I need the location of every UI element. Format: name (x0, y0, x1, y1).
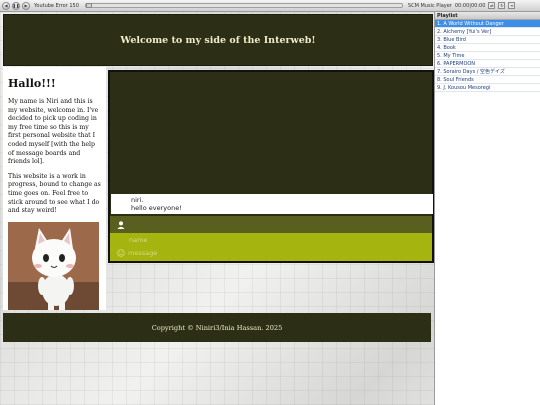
intro-column: Hallo!!! My name is Niri and this is my … (3, 67, 106, 310)
pause-button[interactable]: ❚❚ (12, 1, 20, 10)
playlist-item[interactable]: 5. My Time (435, 52, 540, 60)
smiley-icon[interactable] (117, 248, 125, 257)
playlist-item[interactable]: 1. A World Without Danger (435, 20, 540, 28)
playlist-item[interactable]: 2. Alchemy [Yui's Ver] (435, 28, 540, 36)
playlist-header: Playlist (435, 12, 540, 20)
site-footer: Copyright © Niniri3/Inia Hassan. 2025 (3, 313, 431, 342)
next-icon: ▶ (24, 2, 28, 8)
user-icon[interactable] (117, 220, 125, 229)
player-time: 00:00|00:00 (454, 2, 486, 9)
playlist-toggle-button[interactable]: ≡ (508, 2, 516, 9)
repeat-button[interactable]: ↻ (498, 2, 506, 9)
cat-mascot-image (8, 221, 99, 310)
chat-message-log: niri. hello everyone! (111, 194, 433, 214)
name-row (110, 233, 432, 246)
shuffle-button[interactable]: ⇄ (488, 2, 496, 9)
shuffle-icon: ⇄ (490, 3, 494, 8)
chat-name-input[interactable] (129, 235, 409, 244)
pause-icon: ❚❚ (12, 2, 20, 8)
site-header: Welcome to my side of the Interweb! (3, 14, 433, 66)
playlist-item[interactable]: 7. Sorairo Days / 空色デイズ (435, 68, 540, 76)
player-progress-thumb[interactable] (85, 3, 92, 8)
intro-paragraph: This website is a work in progress, boun… (8, 172, 101, 215)
playlist-item[interactable]: 4. Book (435, 44, 540, 52)
player-brand: SCM Music Player (407, 2, 452, 9)
chat-form (110, 233, 432, 261)
playlist-item[interactable]: 9. J. Kousou Mesoregi (435, 84, 540, 92)
message-row (110, 246, 432, 259)
chat-message-input[interactable] (128, 248, 408, 257)
previous-button[interactable]: ◀ (2, 1, 10, 10)
chat-message-author: niri. (131, 196, 144, 204)
playlist-item[interactable]: 6. PAPERMOON (435, 60, 540, 68)
site-title: Welcome to my side of the Interweb! (120, 34, 316, 46)
playlist-panel: Playlist 1. A World Without Danger 2. Al… (434, 12, 540, 405)
chat-user-bar (110, 216, 432, 233)
player-progress-slider[interactable] (84, 3, 403, 8)
list-icon: ≡ (510, 3, 514, 8)
copyright-text: Copyright © Niniri3/Inia Hassan. 2025 (151, 323, 283, 332)
next-button[interactable]: ▶ (22, 1, 30, 10)
previous-icon: ◀ (4, 2, 8, 8)
intro-paragraph: My name is Niri and this is my website, … (8, 98, 99, 166)
music-player-bar: ◀ ❚❚ ▶ Youtube Error 150 SCM Music Playe… (0, 0, 540, 12)
chatbox-widget: niri. hello everyone! (108, 70, 434, 263)
chat-message-text: hello everyone! (131, 204, 182, 212)
cat-mascot-illustration (8, 221, 99, 310)
intro-heading: Hallo!!! (8, 77, 56, 90)
player-track-title: Youtube Error 150 (34, 2, 79, 9)
playlist-item[interactable]: 3. Blue Bird (435, 36, 540, 44)
repeat-icon: ↻ (500, 3, 504, 8)
playlist-item[interactable]: 8. Soul Friends (435, 76, 540, 84)
